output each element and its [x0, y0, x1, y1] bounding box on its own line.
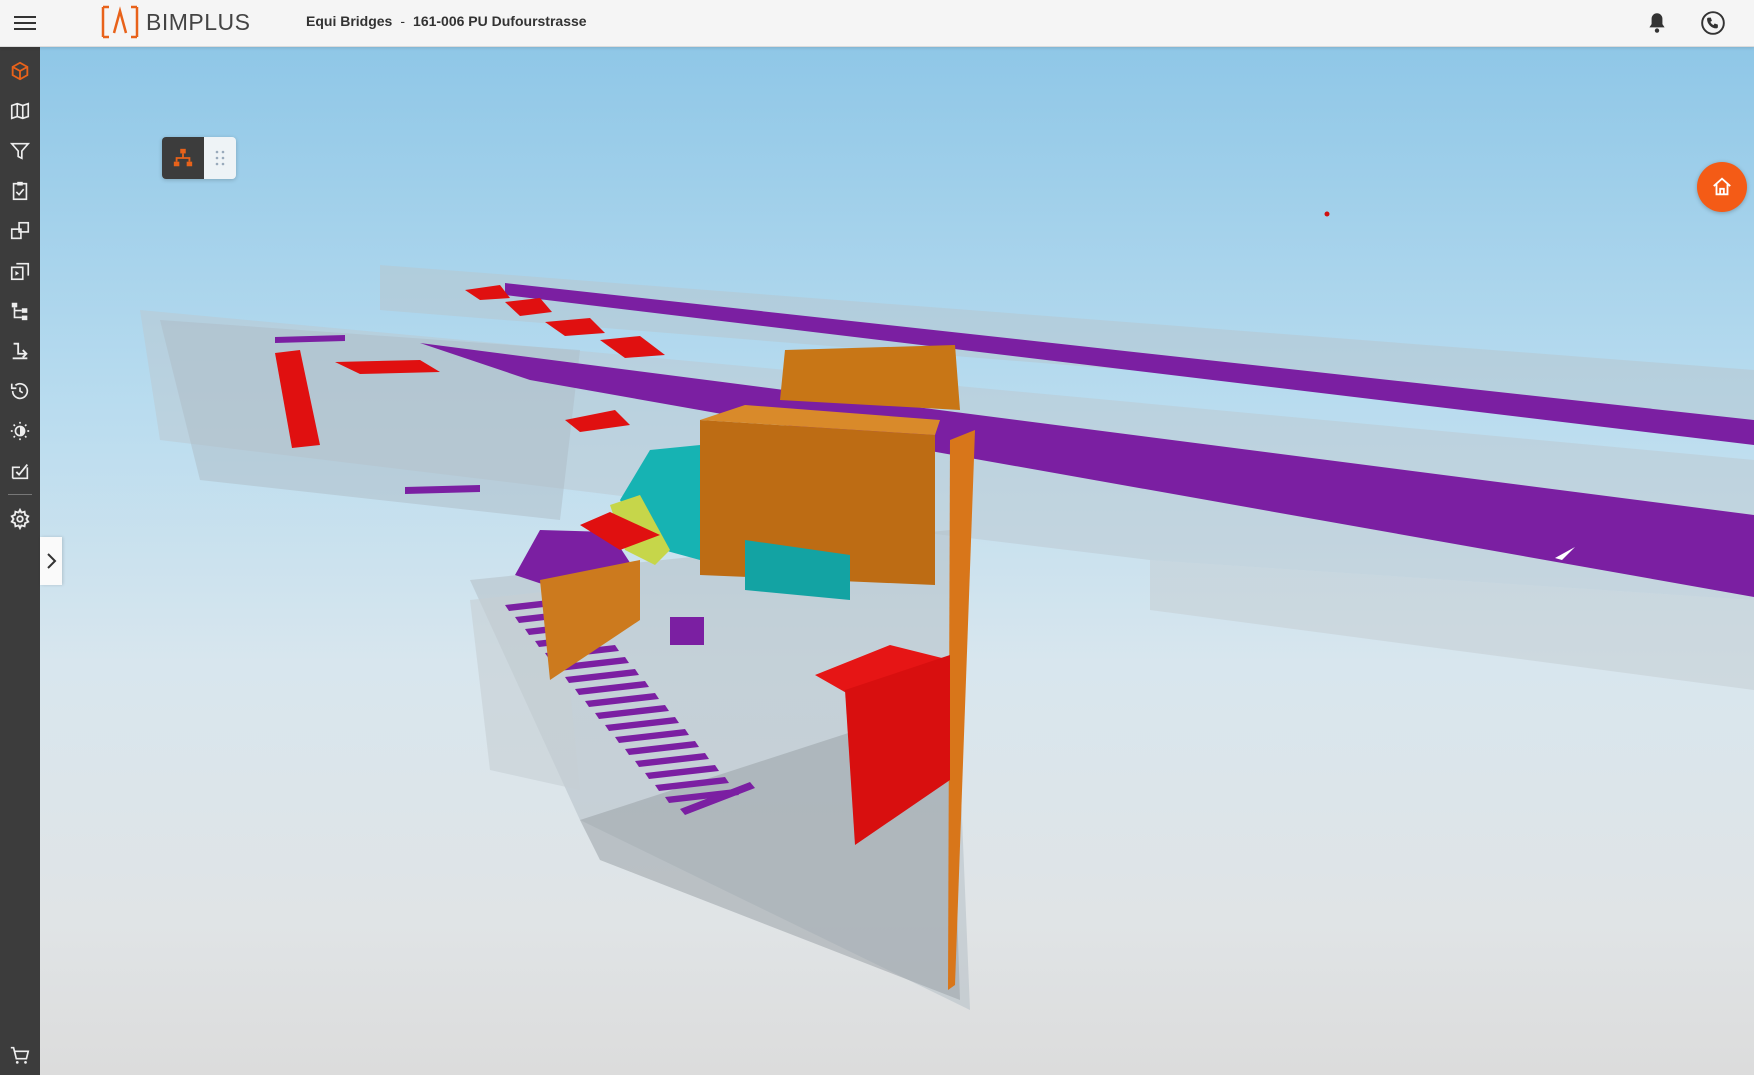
structure-tree-button[interactable]: [162, 137, 204, 179]
compare-icon: [10, 221, 30, 240]
sidebar-item-import[interactable]: [0, 333, 40, 369]
breadcrumb-separator: -: [400, 13, 406, 29]
team-name[interactable]: Equi Bridges: [306, 13, 392, 29]
sidebar-item-shop[interactable]: [0, 1037, 40, 1073]
breadcrumb: Equi Bridges - 161-006 PU Dufourstrasse: [306, 13, 587, 29]
sidebar-item-settings[interactable]: [0, 501, 40, 537]
home-icon: [1713, 177, 1731, 196]
sidebar-item-compare[interactable]: [0, 213, 40, 249]
bim-model-render[interactable]: [40, 47, 1754, 1075]
hierarchy-icon: [11, 302, 28, 321]
brightness-icon: [10, 421, 30, 441]
purple-block: [670, 617, 704, 645]
bell-icon[interactable]: [1644, 10, 1670, 36]
home-view-button[interactable]: [1697, 162, 1747, 212]
sidebar-item-model[interactable]: [0, 53, 40, 89]
app-logo[interactable]: BIMPLUS: [100, 2, 250, 42]
project-name[interactable]: 161-006 PU Dufourstrasse: [413, 13, 587, 29]
sidebar-item-history[interactable]: [0, 373, 40, 409]
history-icon: [10, 382, 29, 400]
model-cube-icon: [11, 61, 29, 81]
marker-dot: [1324, 211, 1330, 217]
menu-icon[interactable]: [14, 12, 36, 34]
top-bar: BIMPLUS Equi Bridges - 161-006 PU Dufour…: [0, 0, 1754, 47]
grid-view-button[interactable]: [204, 137, 236, 179]
phone-icon[interactable]: [1700, 10, 1726, 36]
panel-expand-button[interactable]: [40, 537, 62, 585]
grid-dots-icon: [215, 150, 225, 166]
sidebar-item-map[interactable]: [0, 93, 40, 129]
filter-icon: [9, 142, 31, 160]
orange-wall-back: [780, 345, 960, 410]
clipboard-check-icon: [12, 181, 28, 201]
sidebar-item-checklist[interactable]: [0, 453, 40, 489]
map-icon: [10, 102, 30, 120]
model-viewport[interactable]: [40, 47, 1754, 1075]
abutment-left: [160, 320, 580, 520]
checklist-icon: [11, 464, 29, 480]
structure-tree-icon: [173, 148, 193, 167]
left-sidebar: [0, 47, 40, 1075]
sidebar-item-filter[interactable]: [0, 133, 40, 169]
app-logo-text: BIMPLUS: [146, 8, 251, 35]
import-icon: [12, 342, 28, 360]
bimplus-logo-icon: [101, 5, 139, 39]
revision-icon: [10, 262, 30, 281]
view-mode-toggle[interactable]: [162, 137, 236, 179]
sidebar-divider: [8, 494, 32, 495]
cart-icon: [10, 1046, 30, 1064]
sidebar-item-revisions[interactable]: [0, 253, 40, 289]
sidebar-item-tasks[interactable]: [0, 173, 40, 209]
settings-icon: [10, 508, 30, 530]
chevron-right-icon: [47, 553, 57, 569]
sidebar-item-hierarchy[interactable]: [0, 293, 40, 329]
sidebar-item-lighting[interactable]: [0, 413, 40, 449]
